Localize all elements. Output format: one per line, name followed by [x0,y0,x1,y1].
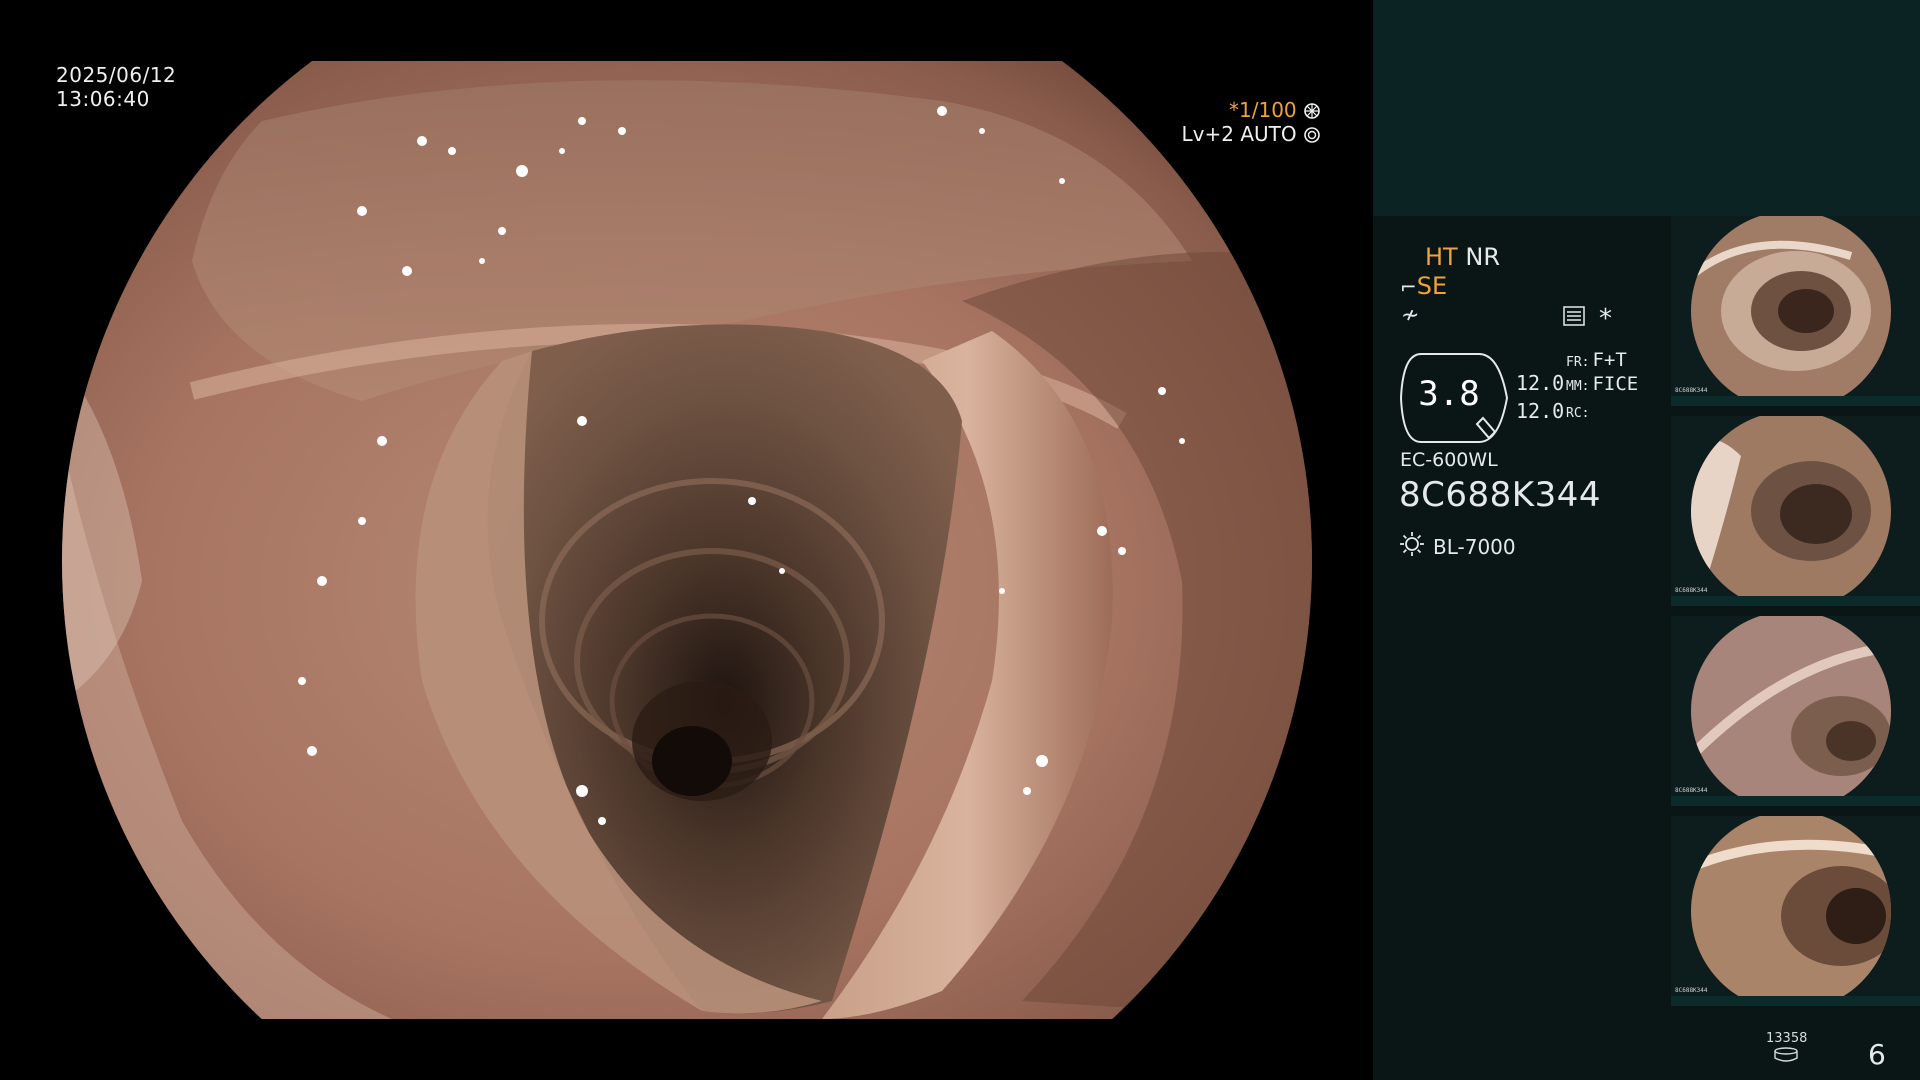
endoscope-view: 2025/06/12 13:06:40 *1/100 Lv+2 AUTO [0,0,1373,1080]
star-marker: * [1599,304,1612,334]
fr-setting: FR: F+T [1566,349,1627,371]
mm-setting: MM: FICE [1566,373,1638,395]
processing-modes: HT NR [1425,243,1500,271]
time-text: 13:06:40 [56,87,150,111]
value-2: 12.0 [1516,399,1565,423]
brightness-level: Lv+2 [1181,122,1234,146]
se-label: SE [1416,272,1448,300]
light-source-label: BL-7000 [1433,534,1516,559]
panel-header-area [1373,0,1920,216]
fr-key: FR: [1566,355,1590,370]
light-source-icon [1399,531,1425,562]
capture-thumbnail[interactable]: 8C688K344 [1671,216,1920,406]
date-time-display: 2025/06/12 13:06:40 [56,63,176,111]
enhance-icon: ⌐ [1400,275,1417,299]
shutter-speed: *1/100 [1229,98,1297,122]
capture-thumbnail[interactable]: 8C688K344 [1671,616,1920,806]
page-number: 6 [1868,1038,1886,1071]
thumbnail-caption: 8C688K344 [1675,787,1708,794]
date-text: 2025/06/12 [56,63,177,87]
rc-key: RC: [1566,406,1590,421]
capture-count: 13358 [1766,1031,1808,1046]
wave-icon: ≁ [1401,303,1420,328]
info-panel: HT NR ⌐SE ≁ * 3.8 12.0 12.0 FR: F+T MM: FI… [1373,0,1920,1080]
mm-key: MM: [1566,379,1590,394]
thumbnail-caption: 8C688K344 [1675,987,1708,994]
scope-serial: 8C688K344 [1399,475,1601,515]
scope-model: EC-600WL [1400,449,1498,471]
thumbnail-caption: 8C688K344 [1675,387,1708,394]
ht-label: HT [1425,243,1458,271]
exposure-overlay: *1/100 Lv+2 AUTO [1182,98,1321,146]
mm-value: FICE [1592,373,1639,395]
magnification-value: 3.8 [1418,374,1480,414]
endoscope-image [62,61,1312,1019]
nr-label: NR [1465,243,1500,271]
capture-thumbnail[interactable]: 8C688K344 [1671,416,1920,606]
value-1: 12.0 [1516,371,1565,395]
aperture-icon [1303,98,1321,122]
thumbnail-caption: 8C688K344 [1675,587,1708,594]
structure-enhance: ⌐SE [1400,272,1447,300]
light-source: BL-7000 [1399,531,1516,562]
iris-icon [1303,122,1321,146]
fr-value: F+T [1592,349,1627,371]
capture-thumbnail[interactable]: 8C688K344 [1671,816,1920,1006]
disk-icon [1773,1047,1799,1067]
exposure-mode: AUTO [1240,122,1297,146]
settings-grid-icon [1563,306,1585,330]
magnification-badge: 3.8 [1399,352,1511,444]
rc-setting: RC: [1566,400,1592,422]
